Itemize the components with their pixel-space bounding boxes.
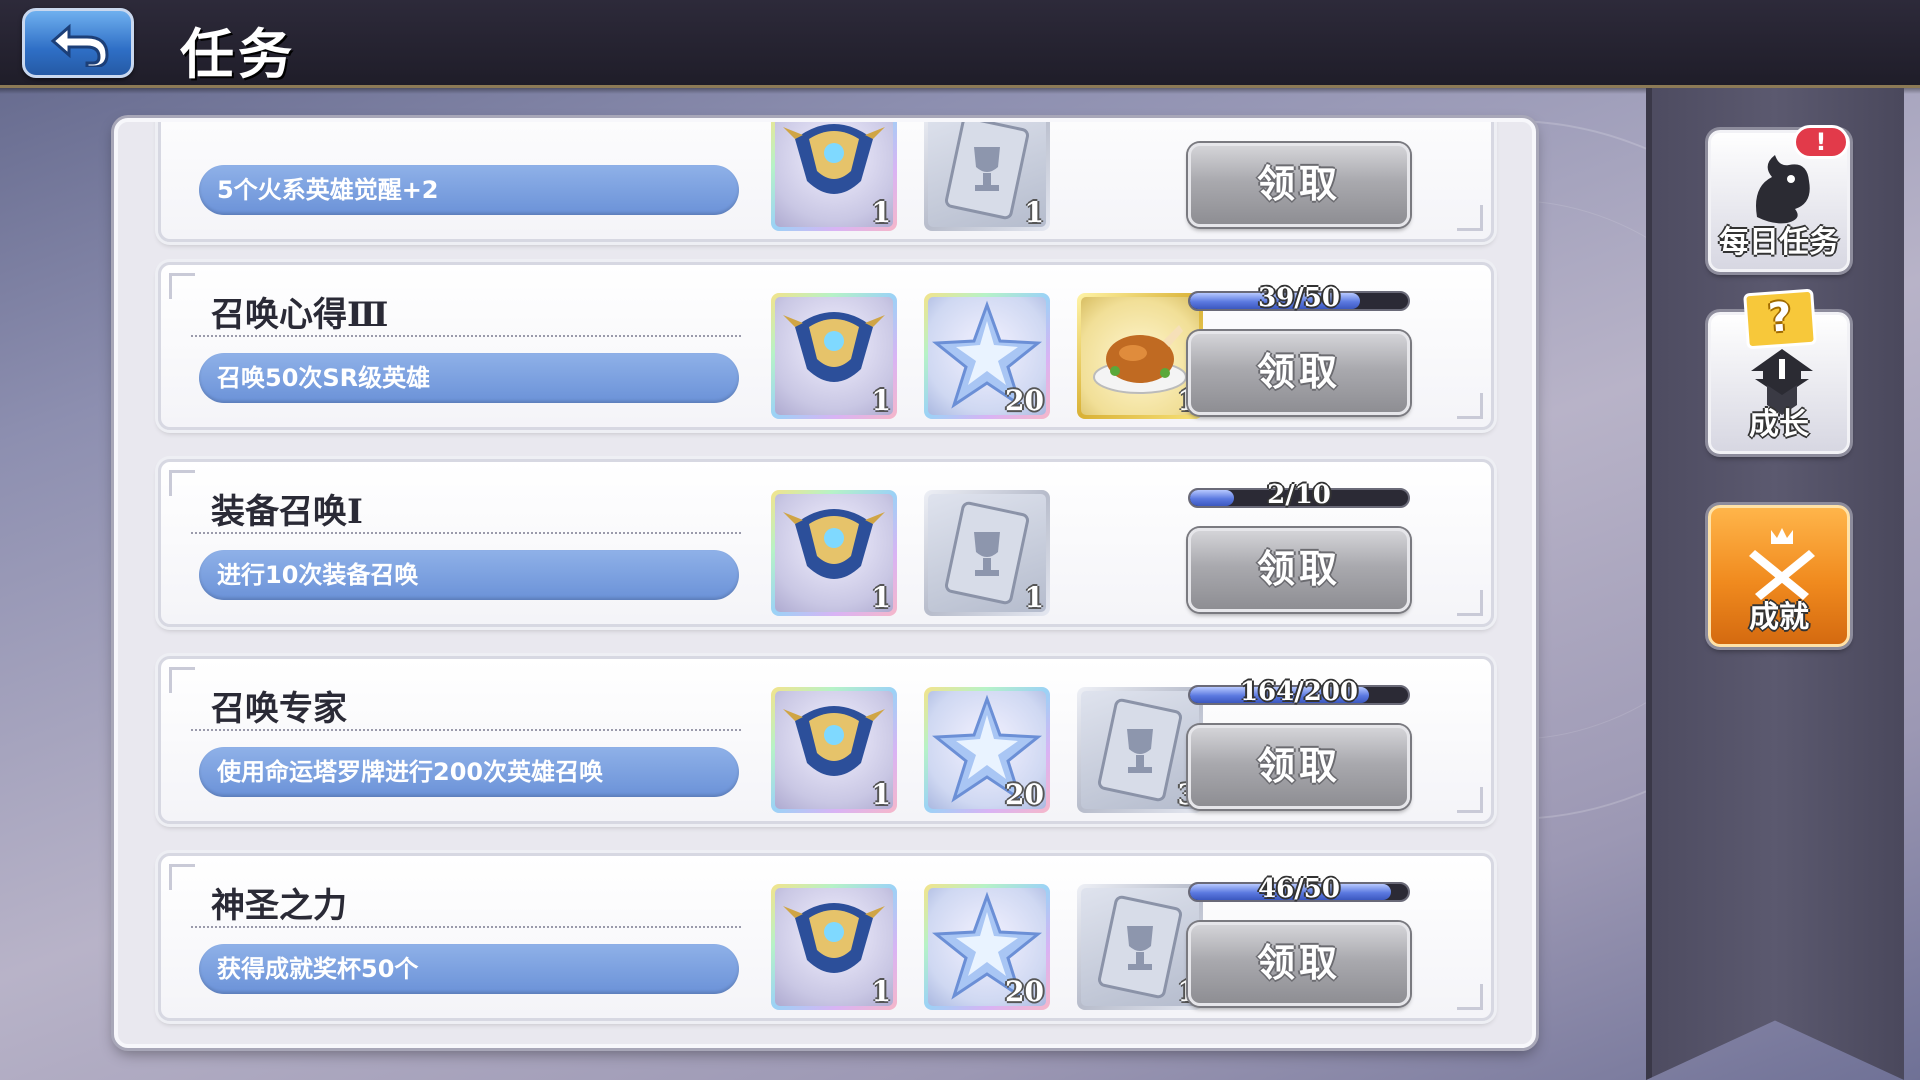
card-corner-ornament xyxy=(169,273,195,299)
growth-label: 成长 xyxy=(1749,407,1809,442)
reward-quantity: 1 xyxy=(871,975,891,1008)
task-description: 使用命运塔罗牌进行200次英雄召唤 xyxy=(199,747,739,797)
reward-item[interactable]: 20 xyxy=(924,687,1050,813)
task-panel: 5个火系英雄觉醒+211领取召唤心得Ⅲ召唤50次SR级英雄120139/50领取… xyxy=(114,118,1536,1048)
dragon-icon xyxy=(1756,155,1810,224)
reward-item[interactable]: 1 xyxy=(771,884,897,1010)
claim-button[interactable]: 领取 xyxy=(1188,725,1410,809)
task-description: 5个火系英雄觉醒+2 xyxy=(199,165,739,215)
question-badge: ? xyxy=(1743,288,1817,350)
claim-button[interactable]: 领取 xyxy=(1188,922,1410,1006)
back-arrow-icon xyxy=(50,23,109,67)
reward-quantity: 1 xyxy=(1024,581,1044,614)
reward-item[interactable]: 1 xyxy=(1077,884,1203,1010)
task-list[interactable]: 5个火系英雄觉醒+211领取召唤心得Ⅲ召唤50次SR级英雄120139/50领取… xyxy=(118,122,1532,1044)
card-corner-ornament xyxy=(1457,205,1483,231)
title-divider xyxy=(191,532,741,534)
reward-quantity: 1 xyxy=(871,778,891,811)
reward-quantity: 1 xyxy=(871,384,891,417)
card-corner-ornament xyxy=(169,864,195,890)
progress-text: 39/50 xyxy=(1258,283,1340,313)
reward-item[interactable]: 1 xyxy=(771,490,897,616)
achievement-tab[interactable]: 成就 xyxy=(1708,505,1850,647)
task-card: 5个火系英雄觉醒+2 1 1 领取 xyxy=(158,122,1494,242)
reward-quantity: 20 xyxy=(1005,778,1044,811)
task-description: 进行10次装备召唤 xyxy=(199,550,739,600)
daily-tasks-tab[interactable]: ! 每日任务 xyxy=(1708,125,1850,272)
reward-item[interactable]: 1 xyxy=(1077,293,1203,419)
card-corner-ornament xyxy=(1457,393,1483,419)
claim-button[interactable]: 领取 xyxy=(1188,331,1410,415)
card-corner-ornament xyxy=(1457,787,1483,813)
reward-item[interactable]: 1 xyxy=(771,293,897,419)
reward-quantity: 20 xyxy=(1005,975,1044,1008)
task-card: 装备召唤Ⅰ 进行10次装备召唤 1 1 2/10 领取 xyxy=(158,459,1494,627)
claim-button[interactable]: 领取 xyxy=(1188,528,1410,612)
reward-item[interactable]: 1 xyxy=(771,122,897,231)
task-description: 召唤50次SR级英雄 xyxy=(199,353,739,403)
task-card: 神圣之力获得成就奖杯50个 1 20 1 46/50 领取 xyxy=(158,853,1494,1021)
claim-button[interactable]: 领取 xyxy=(1188,143,1410,227)
title-divider xyxy=(191,926,741,928)
reward-quantity: 20 xyxy=(1005,384,1044,417)
title-divider xyxy=(191,729,741,731)
crossed-swords-crown-icon xyxy=(1749,528,1815,600)
task-title: 神圣之力 xyxy=(211,886,347,926)
reward-item[interactable]: 1 xyxy=(771,687,897,813)
growth-tab[interactable]: ? 成长 xyxy=(1708,288,1850,454)
task-description: 获得成就奖杯50个 xyxy=(199,944,739,994)
progress-text: 46/50 xyxy=(1258,874,1340,904)
reward-item[interactable]: 1 xyxy=(924,490,1050,616)
title-divider xyxy=(191,335,741,337)
top-bar: 任务 xyxy=(0,0,1920,94)
task-card: 召唤专家使用命运塔罗牌进行200次英雄召唤 1 20 3 164/200 领取 xyxy=(158,656,1494,824)
task-card: 召唤心得Ⅲ 召唤50次SR级英雄 1 20 1 39/50 领取 xyxy=(158,262,1494,430)
reward-quantity: 1 xyxy=(871,581,891,614)
reward-item[interactable]: 20 xyxy=(924,884,1050,1010)
task-title: 装备召唤Ⅰ xyxy=(211,492,363,532)
card-corner-ornament xyxy=(1457,984,1483,1010)
back-button[interactable] xyxy=(22,8,134,78)
reward-quantity: 1 xyxy=(1024,196,1044,229)
achievement-label: 成就 xyxy=(1749,600,1809,635)
reward-item[interactable]: 20 xyxy=(924,293,1050,419)
reward-item[interactable]: 1 xyxy=(924,122,1050,231)
notification-badge: ! xyxy=(1793,125,1849,159)
reward-item[interactable]: 3 xyxy=(1077,687,1203,813)
progress-text: 164/200 xyxy=(1239,677,1359,707)
daily-tasks-label: 每日任务 xyxy=(1719,225,1839,260)
task-title: 召唤心得Ⅲ xyxy=(211,295,389,335)
card-corner-ornament xyxy=(169,470,195,496)
card-corner-ornament xyxy=(169,667,195,693)
reward-quantity: 1 xyxy=(871,196,891,229)
progress-text: 2/10 xyxy=(1267,480,1331,510)
card-corner-ornament xyxy=(1457,590,1483,616)
task-title: 召唤专家 xyxy=(211,689,347,729)
page-title: 任务 xyxy=(180,22,296,86)
